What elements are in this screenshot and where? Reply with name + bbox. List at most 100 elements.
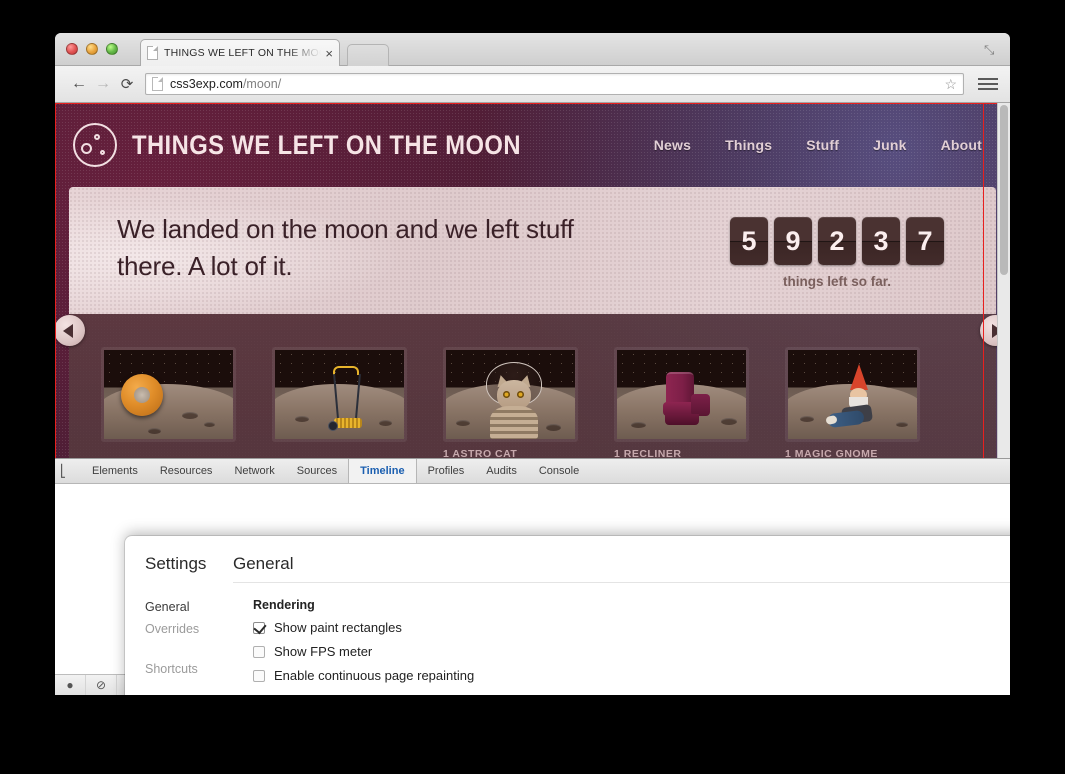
address-bar-url: css3exp.com/moon/ (170, 77, 281, 91)
nav-link-about[interactable]: About (941, 137, 982, 153)
tab-elements[interactable]: Elements (81, 459, 149, 483)
carousel-card[interactable] (101, 347, 236, 460)
counter-digit: 7 (906, 217, 944, 265)
continuous-repainting-checkbox[interactable]: Enable continuous page repainting (253, 668, 1010, 683)
recliner-thumbnail (617, 350, 746, 439)
settings-nav-overrides[interactable]: Overrides (145, 618, 233, 640)
forward-button[interactable]: → (91, 72, 115, 96)
hero-headline: We landed on the moon and we left stuff … (117, 214, 574, 281)
counter-digit: 3 (862, 217, 900, 265)
lawn-mower-object (325, 366, 371, 432)
tab-network[interactable]: Network (223, 459, 285, 483)
tab-audits[interactable]: Audits (475, 459, 528, 483)
carousel-card[interactable]: 1 MAGIC GNOME (785, 347, 920, 460)
minimize-window-button[interactable] (86, 43, 98, 55)
rendering-group-label: Rendering (253, 598, 315, 612)
digit-value: 7 (917, 225, 933, 256)
magic-gnome-thumbnail (788, 350, 917, 439)
browser-menu-icon[interactable] (978, 73, 998, 95)
card-frame (272, 347, 407, 442)
card-frame (101, 347, 236, 442)
nav-link-stuff[interactable]: Stuff (806, 137, 839, 153)
card-frame (785, 347, 920, 442)
carousel-prev-button[interactable] (55, 315, 85, 346)
digit-value: 5 (741, 225, 757, 256)
magic-gnome-object (825, 364, 890, 436)
tab-profiles[interactable]: Profiles (417, 459, 476, 483)
window-controls (66, 43, 118, 55)
recliner-object (661, 372, 713, 432)
back-button[interactable]: ← (67, 72, 91, 96)
tab-timeline[interactable]: Timeline (348, 459, 417, 483)
browser-toolbar: ← → ⟳ css3exp.com/moon/ ☆ (55, 66, 1010, 103)
site-icon (152, 77, 163, 91)
astro-cat-object (484, 362, 544, 439)
settings-nav-shortcuts[interactable]: Shortcuts (145, 658, 233, 680)
carousel-card[interactable]: 1 ASTRO CAT (443, 347, 578, 460)
carousel-cards: 1 ASTRO CAT 1 RECLINER 1 MAGIC GNOME (101, 347, 920, 460)
checkbox-label: Show paint rectangles (274, 620, 402, 635)
site-title: THINGS WE LEFT ON THE MOON (132, 129, 521, 160)
digit-value: 9 (785, 225, 801, 256)
site-navigation: News Things Stuff Junk About (654, 137, 996, 153)
show-paint-rectangles-checkbox[interactable]: Show paint rectangles (253, 620, 1010, 635)
digit-value: 3 (873, 225, 889, 256)
donut-thumbnail (104, 350, 233, 439)
settings-dialog: ✕ Settings General General Overrides Sho… (125, 536, 1010, 695)
zoom-window-button[interactable] (106, 43, 118, 55)
url-path: /moon/ (242, 77, 282, 91)
digit-value: 2 (829, 225, 845, 256)
checkbox-box (253, 645, 265, 658)
maximize-icon[interactable]: ⤡ (984, 43, 998, 57)
checkbox-label: Show FPS meter (274, 644, 373, 659)
tab-console[interactable]: Console (528, 459, 590, 483)
browser-window: THINGS WE LEFT ON THE MOON × ⤡ ← → ⟳ css… (55, 33, 1010, 695)
settings-nav-general[interactable]: General (145, 596, 233, 618)
carousel-card[interactable] (272, 347, 407, 460)
tab-sources[interactable]: Sources (286, 459, 348, 483)
checkbox-box (253, 669, 265, 682)
moon-icon (73, 123, 117, 167)
bookmark-star-icon[interactable]: ☆ (944, 76, 957, 93)
browser-tab[interactable]: THINGS WE LEFT ON THE MOON × (140, 39, 340, 66)
hero-banner: We landed on the moon and we left stuff … (69, 187, 996, 314)
settings-dialog-title: Settings (145, 554, 207, 573)
window-titlebar: THINGS WE LEFT ON THE MOON × ⤡ (55, 33, 1010, 66)
address-bar[interactable]: css3exp.com/moon/ ☆ (145, 73, 964, 95)
close-tab-icon[interactable]: × (325, 47, 333, 60)
counter-digit: 9 (774, 217, 812, 265)
tab-resources[interactable]: Resources (149, 459, 224, 483)
record-icon[interactable]: ● (55, 675, 86, 695)
close-window-button[interactable] (66, 43, 78, 55)
page-icon (147, 46, 158, 60)
counter-digit: 2 (818, 217, 856, 265)
things-counter: 5 9 2 3 7 things left so far. (730, 217, 944, 289)
new-tab-button[interactable] (347, 44, 389, 66)
card-frame (443, 347, 578, 442)
carousel-card[interactable]: 1 RECLINER (614, 347, 749, 460)
page-scrollbar-thumb[interactable] (1000, 105, 1008, 275)
reload-button[interactable]: ⟳ (115, 72, 139, 96)
settings-section-title: General (233, 554, 294, 573)
counter-digit: 5 (730, 217, 768, 265)
counter-digits: 5 9 2 3 7 (730, 217, 944, 265)
clear-icon[interactable]: ⊘ (86, 675, 117, 695)
site-header: THINGS WE LEFT ON THE MOON News Things S… (55, 103, 1010, 187)
nav-link-junk[interactable]: Junk (873, 137, 906, 153)
dock-to-bottom-icon[interactable]: ⎣ (60, 464, 76, 479)
nav-link-news[interactable]: News (654, 137, 691, 153)
settings-dialog-header: Settings General (125, 536, 1010, 588)
show-fps-meter-checkbox[interactable]: Show FPS meter (253, 644, 1010, 659)
settings-dialog-body: General Overrides Shortcuts Rendering Sh… (125, 582, 1010, 692)
devtools-tabbar: ⎣ Elements Resources Network Sources Tim… (55, 459, 1010, 484)
settings-nav: General Overrides Shortcuts (125, 588, 233, 692)
card-frame (614, 347, 749, 442)
url-host: css3exp.com (170, 77, 243, 91)
settings-content: Rendering Show paint rectangles Show FPS… (233, 582, 1010, 692)
astro-cat-thumbnail (446, 350, 575, 439)
counter-label: things left so far. (782, 274, 891, 289)
browser-tab-title: THINGS WE LEFT ON THE MOON (164, 47, 322, 59)
nav-link-things[interactable]: Things (725, 137, 772, 153)
checkbox-box (253, 621, 265, 634)
desktop-background: THINGS WE LEFT ON THE MOON × ⤡ ← → ⟳ css… (0, 0, 1065, 774)
